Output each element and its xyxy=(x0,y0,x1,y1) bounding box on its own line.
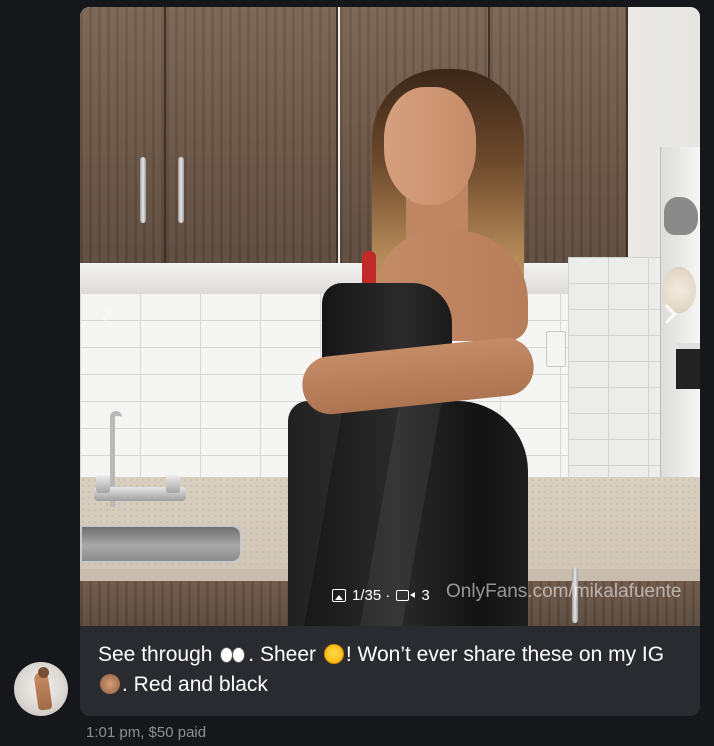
caption-text: ! Won’t ever share these on my IG xyxy=(345,643,665,666)
media-counter-text: 1/35 · xyxy=(352,587,391,604)
avatar[interactable] xyxy=(14,662,68,716)
caption-text: . Sheer xyxy=(248,643,316,666)
chat-message-row: OnlyFans.com/mikalafuente 1/35 · 3 See t… xyxy=(0,0,714,746)
media-photo[interactable]: OnlyFans.com/mikalafuente 1/35 · 3 xyxy=(80,7,700,626)
image-icon xyxy=(332,589,346,602)
caption-text: See through xyxy=(98,643,213,666)
person-face xyxy=(384,87,476,205)
eyes-emoji xyxy=(220,644,246,664)
see-no-evil-monkey-emoji xyxy=(100,674,120,694)
message-meta: 1:01 pm, $50 paid xyxy=(86,724,207,741)
media-counter: 1/35 · 3 xyxy=(332,587,430,604)
flushed-face-emoji xyxy=(323,644,344,664)
message-bubble: OnlyFans.com/mikalafuente 1/35 · 3 See t… xyxy=(80,7,700,716)
video-icon xyxy=(396,590,416,601)
caption-text: . Red and black xyxy=(122,673,268,696)
media-video-count: 3 xyxy=(421,587,430,604)
message-caption: See through . Sheer ! Won’t ever share t… xyxy=(98,640,684,700)
avatar-head xyxy=(38,667,49,678)
photo-person xyxy=(80,7,700,626)
watermark: OnlyFans.com/mikalafuente xyxy=(446,581,682,602)
